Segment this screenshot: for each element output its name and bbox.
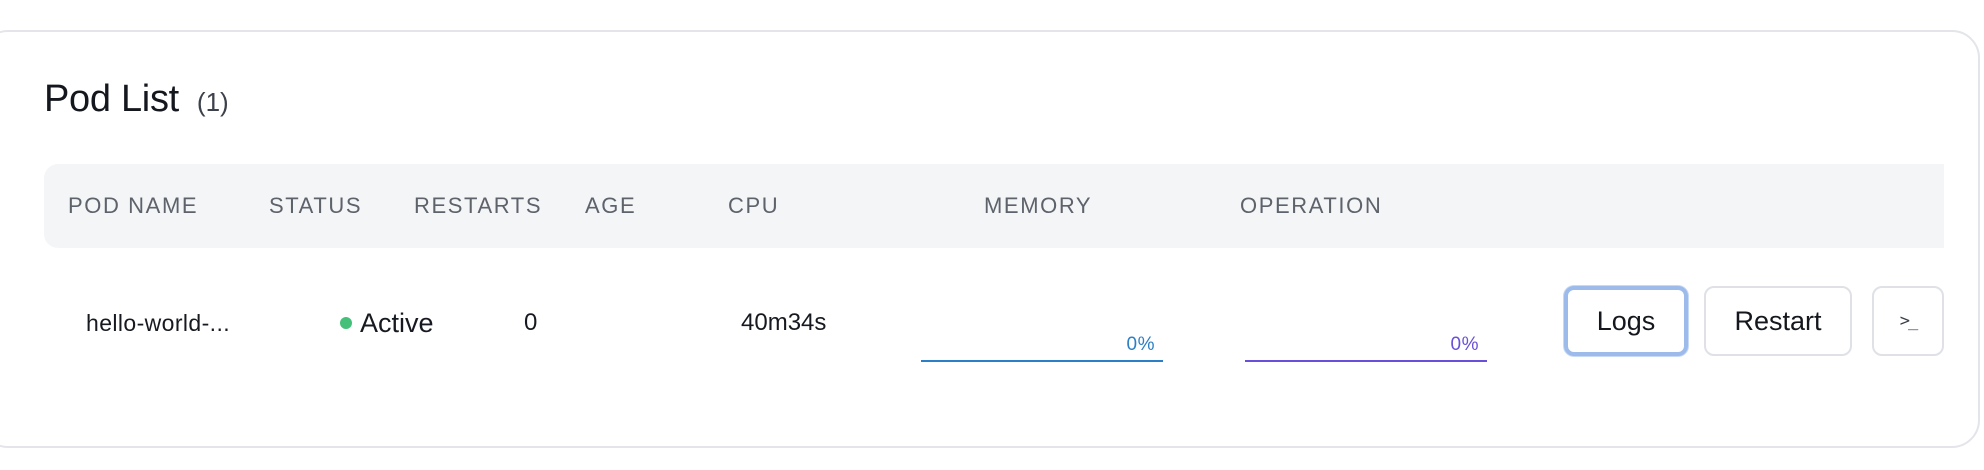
restarts-value: 0 xyxy=(524,309,538,336)
status-cell: Active xyxy=(340,248,434,398)
logs-button-label: Logs xyxy=(1596,305,1656,336)
column-header-age: AGE xyxy=(585,193,637,218)
age-cell: 40m34s xyxy=(741,248,826,398)
card-header: Pod List (1) xyxy=(44,78,229,121)
table-header: POD NAME STATUS RESTARTS AGE CPU MEMORY … xyxy=(44,164,1944,248)
cpu-percent: 0% xyxy=(1126,334,1155,355)
restart-button-label: Restart xyxy=(1734,305,1822,336)
cpu-usage-meter: 0% xyxy=(921,334,1163,362)
column-header-status: STATUS xyxy=(269,193,363,218)
memory-percent: 0% xyxy=(1450,334,1479,355)
column-header-operation: OPERATION xyxy=(1240,193,1383,218)
pod-name[interactable]: hello-world-... xyxy=(86,310,230,337)
restart-button[interactable]: Restart xyxy=(1704,286,1852,356)
column-header-pod-name: POD NAME xyxy=(68,193,199,218)
status-dot-icon xyxy=(340,317,352,329)
cpu-usage-bar xyxy=(921,360,1163,362)
column-header-cpu: CPU xyxy=(728,193,780,218)
pod-name-cell: hello-world-... xyxy=(86,248,230,398)
table-row: hello-world-... Active 0 40m34s 0% 0% Lo… xyxy=(0,248,1984,398)
memory-usage-meter: 0% xyxy=(1245,334,1487,362)
terminal-icon: >_ xyxy=(1899,311,1919,331)
logs-button[interactable]: Logs xyxy=(1564,286,1688,356)
status-badge: Active xyxy=(360,307,434,338)
pod-count: (1) xyxy=(196,87,229,117)
column-header-restarts: RESTARTS xyxy=(414,193,543,218)
age-value: 40m34s xyxy=(741,309,827,336)
column-header-memory: MEMORY xyxy=(984,193,1093,218)
page-title: Pod List xyxy=(44,78,179,120)
restarts-cell: 0 xyxy=(524,248,537,398)
terminal-button[interactable]: >_ xyxy=(1872,286,1944,356)
memory-usage-bar xyxy=(1245,360,1487,362)
